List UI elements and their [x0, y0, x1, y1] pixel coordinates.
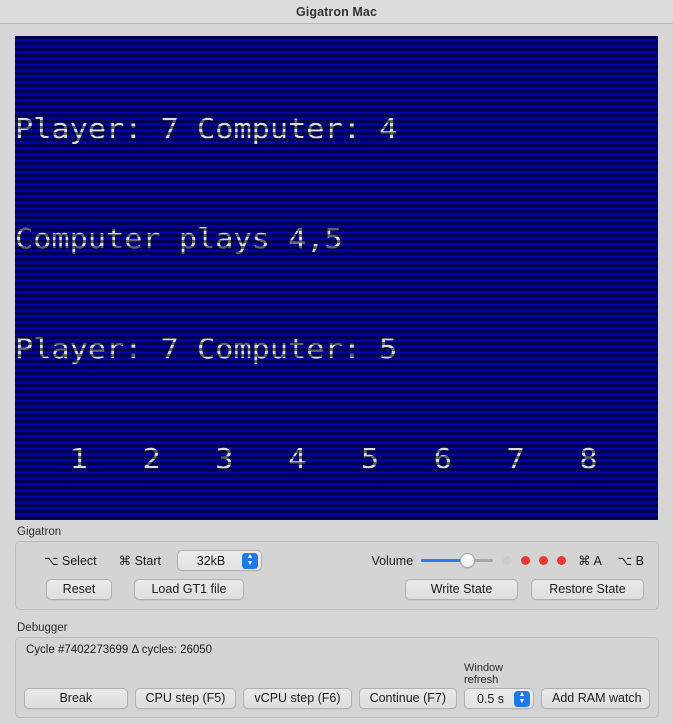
restore-state-button[interactable]: Restore State — [531, 579, 644, 600]
led-indicator-3 — [539, 556, 549, 565]
debugger-group-label: Debugger — [17, 622, 68, 634]
select-key-hint[interactable]: ⌥ Select — [44, 553, 97, 568]
volume-slider-knob[interactable] — [460, 553, 476, 568]
window-refresh-block: Window refresh 0.5 s ▲ ▼ — [464, 662, 534, 709]
screen-text-buffer: Player: 7 Computer: 4 Computer plays 4,5… — [15, 38, 658, 520]
screen-line: Computer plays 4,5 — [15, 221, 343, 255]
memory-size-select[interactable]: 32kB ▲ ▼ — [177, 550, 262, 571]
chevron-updown-icon: ▲ ▼ — [242, 552, 258, 569]
led-indicator-group — [503, 556, 567, 565]
debugger-group: Debugger Cycle #7402273699 Δ cycles: 260… — [15, 622, 659, 718]
gigatron-group-label: Gigatron — [17, 526, 62, 538]
break-button[interactable]: Break — [24, 688, 128, 709]
title-bar: Gigatron Mac — [0, 0, 673, 24]
reset-button[interactable]: Reset — [46, 579, 112, 600]
button-a-hint[interactable]: ⌘ A — [578, 553, 602, 568]
led-indicator-1 — [503, 556, 513, 565]
load-gt1-file-button[interactable]: Load GT1 file — [134, 579, 244, 600]
gigatron-group-box: ⌥ Select ⌘ Start 32kB ▲ ▼ Volume ⌘ A ⌥ B… — [15, 541, 659, 610]
window-refresh-select[interactable]: 0.5 s ▲ ▼ — [464, 688, 534, 709]
start-key-hint[interactable]: ⌘ Start — [119, 553, 161, 568]
gigatron-group: Gigatron ⌥ Select ⌘ Start 32kB ▲ ▼ Volume — [15, 526, 659, 610]
cpu-step-button[interactable]: CPU step (F5) — [134, 688, 237, 709]
volume-slider[interactable] — [421, 553, 494, 569]
led-indicator-4 — [557, 556, 567, 565]
continue-button[interactable]: Continue (F7) — [358, 688, 457, 709]
screen-line: 1 2 3 4 5 6 7 8 — [15, 441, 598, 475]
window-title: Gigatron Mac — [295, 4, 378, 19]
write-state-button[interactable]: Write State — [405, 579, 518, 600]
screen-container: Player: 7 Computer: 4 Computer plays 4,5… — [0, 24, 673, 526]
gigatron-top-row: ⌥ Select ⌘ Start 32kB ▲ ▼ Volume ⌘ A ⌥ B — [26, 550, 648, 571]
button-b-hint[interactable]: ⌥ B — [618, 553, 644, 568]
screen-line: Player: 7 Computer: 5 — [15, 331, 398, 365]
memory-size-value: 32kB — [196, 553, 226, 568]
volume-label: Volume — [371, 553, 414, 568]
window-refresh-label: Window refresh — [464, 662, 504, 686]
vcpu-step-button[interactable]: vCPU step (F6) — [243, 688, 352, 709]
app-window: Gigatron Mac Player: 7 Computer: 4 Compu… — [0, 0, 673, 724]
screen-line: Player: 7 Computer: 4 — [15, 112, 398, 146]
debugger-group-box: Cycle #7402273699 Δ cycles: 26050 Break … — [15, 637, 659, 718]
chevron-updown-icon: ▲ ▼ — [514, 690, 530, 707]
debugger-button-row: Break CPU step (F5) vCPU step (F6) Conti… — [24, 662, 650, 709]
cycle-counter-text: Cycle #7402273699 Δ cycles: 26050 — [26, 644, 213, 656]
gigatron-bottom-row: Reset Load GT1 file Write State Restore … — [26, 579, 648, 600]
add-ram-watch-button[interactable]: Add RAM watch — [541, 688, 650, 709]
gigatron-screen[interactable]: Player: 7 Computer: 4 Computer plays 4,5… — [15, 36, 658, 520]
led-indicator-2 — [521, 556, 531, 565]
window-refresh-value: 0.5 s — [476, 691, 505, 706]
